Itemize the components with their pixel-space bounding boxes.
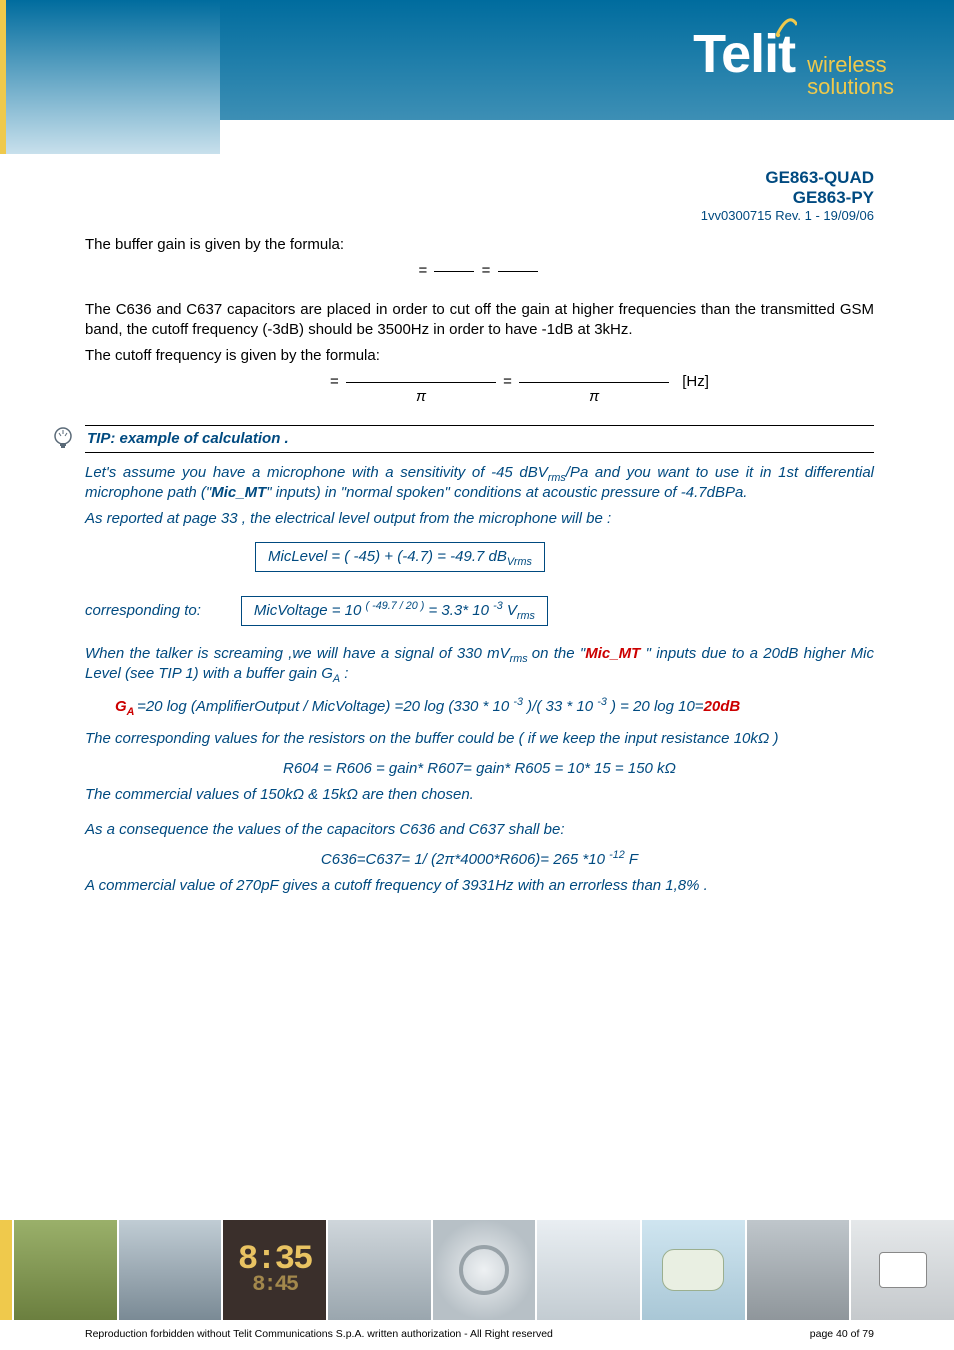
footer-cell-4 [326, 1220, 431, 1320]
footer-cell-7 [640, 1220, 745, 1320]
eq-sign-1: = [418, 262, 427, 279]
box1-text: MicLevel = ( -45) + (-4.7) = -49.7 dB [268, 548, 507, 565]
box2-c: V [503, 602, 517, 619]
formula-buffer-gain: = = [85, 261, 874, 281]
ga-sub: A [127, 706, 137, 718]
footer-cell-5 [431, 1220, 536, 1320]
tip-p1-c: " inputs) in "normal spoken" conditions … [266, 484, 747, 501]
clock-digits: 8:35 8:45 [238, 1245, 312, 1295]
tip-para-7: A commercial value of 270pF gives a cuto… [85, 876, 874, 896]
ga-exp2: -3 [597, 696, 607, 708]
c-equation: C636=C637= 1/ (2π*4000*R606)= 265 *10 -1… [85, 850, 874, 870]
ga-equation: GA =20 log (AmplifierOutput / MicVoltage… [115, 697, 874, 717]
footer-cell-1 [12, 1220, 117, 1320]
logo-swoosh-icon [775, 17, 797, 39]
clock-line-2: 8:45 [238, 1275, 312, 1295]
para-cutoff: The cutoff frequency is given by the for… [85, 346, 874, 366]
fraction-bar-2 [498, 271, 538, 272]
model-line-1: GE863-QUAD [701, 168, 874, 188]
formula-cutoff: = = [Hz] [165, 372, 874, 392]
c-eq-b: F [625, 851, 638, 868]
eq-sign-3: = [330, 373, 339, 390]
fraction-bar-pi-1 [346, 382, 496, 383]
footer-copyright: Reproduction forbidden without Telit Com… [85, 1328, 553, 1340]
ga-end: ) = 20 log 10= [607, 698, 704, 715]
box2-exp1: ( -49.7 / 20 ) [366, 600, 425, 612]
tip-para-1: Let's assume you have a microphone with … [85, 463, 874, 504]
tip-heading-row: TIP: example of calculation . [49, 425, 874, 453]
revision-line: 1vv0300715 Rev. 1 - 19/09/06 [701, 208, 874, 223]
footer-yellow-bar [0, 1220, 12, 1320]
footer-cell-clock: 8:35 8:45 [221, 1220, 326, 1320]
eq-sign-2: = [482, 262, 491, 279]
clock-line-1: 8:35 [238, 1245, 312, 1276]
eq-sign-4: = [503, 373, 512, 390]
tip-p3-d: : [340, 665, 348, 682]
tip-heading-text: TIP: example of calculation . [87, 430, 289, 447]
footer-image-strip: 8:35 8:45 [0, 1220, 954, 1320]
r-equation: R604 = R606 = gain* R607= gain* R605 = 1… [85, 759, 874, 779]
footer-cell-9 [849, 1220, 954, 1320]
ga-eq: =20 log (AmplifierOutput / MicVoltage) =… [137, 698, 513, 715]
corresponding-row: corresponding to: MicVoltage = 10 ( -49.… [85, 590, 874, 632]
tip-para-3: When the talker is screaming ,we will ha… [85, 644, 874, 685]
tip-p1-a: Let's assume you have a microphone with … [85, 464, 548, 481]
header-left-stripe [0, 0, 220, 154]
tip-para-4: The corresponding values for the resisto… [85, 729, 874, 749]
tip-p1-mic: Mic_MT [211, 484, 266, 501]
tip-p3-a: When the talker is screaming ,we will ha… [85, 645, 510, 662]
page-header: Telit wireless solutions [0, 0, 954, 154]
header-right-band: Telit wireless solutions [220, 0, 954, 120]
ga-mid: )/( 33 * 10 [523, 698, 597, 715]
logo-sub-line2: solutions [807, 76, 894, 98]
page-content: The buffer gain is given by the formula:… [85, 235, 874, 902]
unit-hz: [Hz] [682, 372, 709, 392]
document-header: GE863-QUAD GE863-PY 1vv0300715 Rev. 1 - … [701, 168, 874, 223]
footer-text-row: Reproduction forbidden without Telit Com… [85, 1328, 874, 1340]
tip-heading-box: TIP: example of calculation . [85, 425, 874, 453]
footer-cell-2 [117, 1220, 222, 1320]
tip-p3-b: on the " [532, 645, 585, 662]
box2-b: = 3.3* 10 [424, 602, 493, 619]
footer-page-number: page 40 of 79 [810, 1328, 874, 1340]
model-line-2: GE863-PY [701, 188, 874, 208]
box1-sub: Vrms [507, 556, 532, 568]
box2-sub: rms [517, 610, 535, 622]
para-capacitors: The C636 and C637 capacitors are placed … [85, 300, 874, 341]
ga-exp1: -3 [513, 696, 523, 708]
tip-para-2: As reported at page 33 , the electrical … [85, 509, 874, 529]
logo-wordmark: Telit [693, 23, 795, 85]
c-eq-exp: -12 [609, 849, 625, 861]
sub-rms-1: rms [548, 472, 566, 484]
ga-label: G [115, 698, 127, 715]
corresponding-label: corresponding to: [85, 601, 201, 621]
tip-para-6: As a consequence the values of the capac… [85, 820, 874, 840]
logo-subtitle: wireless solutions [807, 54, 894, 98]
box-miclevel: MicLevel = ( -45) + (-4.7) = -49.7 dBVrm… [255, 542, 545, 572]
box-miclevel-wrap: MicLevel = ( -45) + (-4.7) = -49.7 dBVrm… [255, 536, 874, 578]
lightbulb-icon [49, 425, 77, 453]
para-buffer-gain: The buffer gain is given by the formula: [85, 235, 874, 255]
ga-result: 20dB [704, 698, 741, 715]
tip-p3-mic: Mic_MT [585, 645, 640, 662]
box2-exp2: -3 [493, 600, 503, 612]
fraction-bar-1 [434, 271, 474, 272]
footer-cell-6 [535, 1220, 640, 1320]
box2-a: MicVoltage = 10 [254, 602, 366, 619]
c-eq-a: C636=C637= 1/ (2π*4000*R606)= 265 *10 [321, 851, 609, 868]
logo: Telit wireless solutions [693, 23, 894, 98]
tip-para-5: The commercial values of 150kΩ & 15kΩ ar… [85, 785, 874, 805]
sub-rms-2: rms [510, 653, 532, 665]
fraction-bar-pi-2 [519, 382, 669, 383]
box-micvoltage: MicVoltage = 10 ( -49.7 / 20 ) = 3.3* 10… [241, 596, 548, 626]
footer-cell-8 [745, 1220, 850, 1320]
logo-sub-line1: wireless [807, 54, 894, 76]
